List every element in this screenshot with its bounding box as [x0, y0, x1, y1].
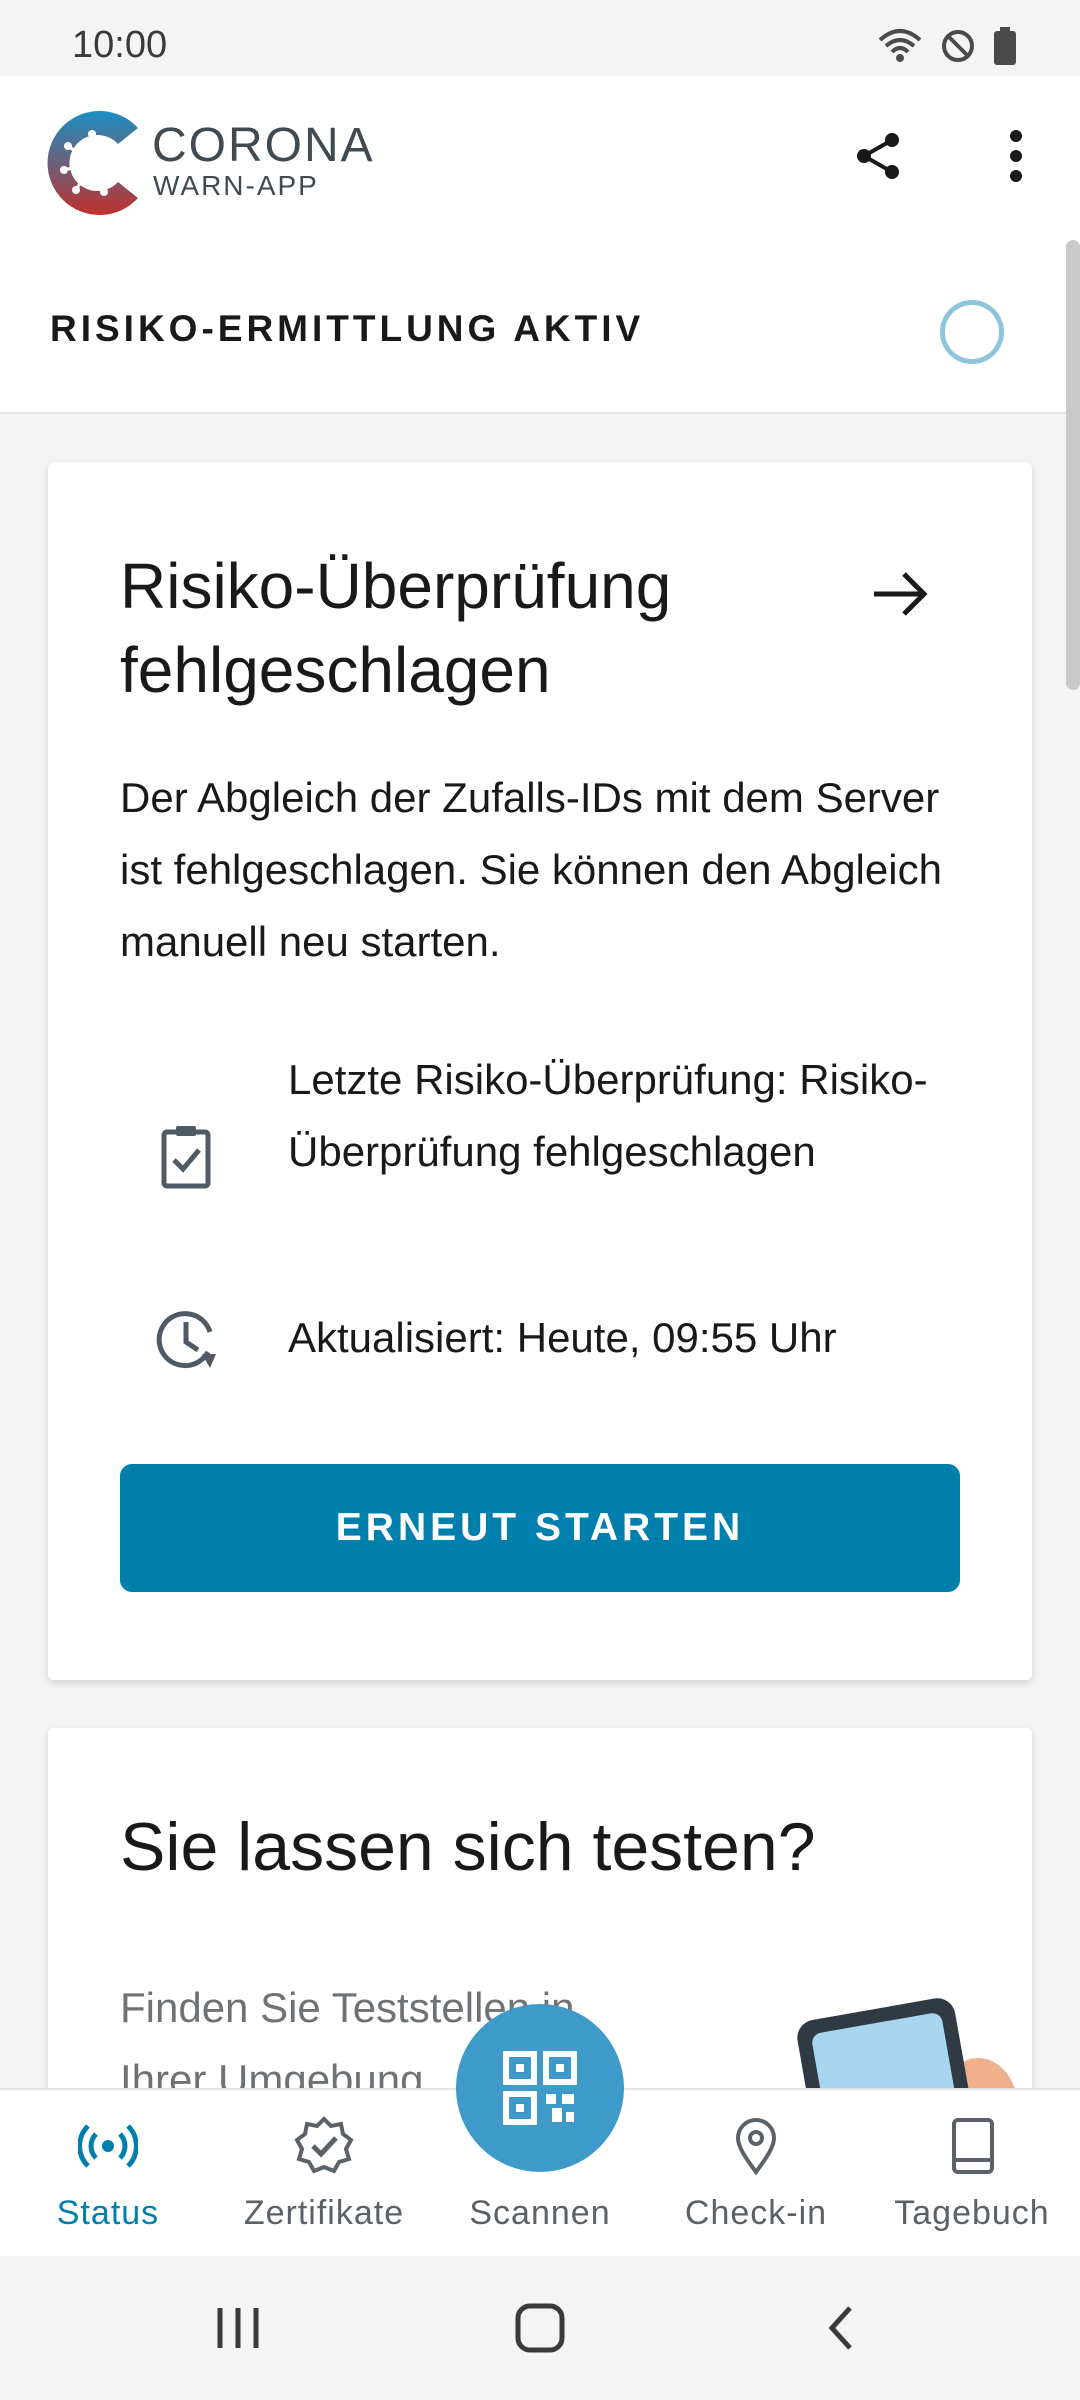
- status-bar: 10:00: [0, 0, 1080, 76]
- nav-label-status: Status: [56, 2194, 160, 2232]
- clock-refresh-icon: [156, 1311, 216, 1369]
- system-navigation-bar: [0, 2256, 1080, 2400]
- nav-item-diary[interactable]: Tagebuch: [864, 2090, 1080, 2258]
- nav-label-certificates: Zertifikate: [243, 2194, 405, 2232]
- updated-timestamp: Aktualisiert: Heute, 09:55 Uhr: [288, 1314, 837, 1361]
- battery-icon: [994, 27, 1016, 65]
- corona-logo-icon: [47, 111, 138, 215]
- nav-item-status[interactable]: Status: [0, 2090, 216, 2258]
- last-risk-check-text: Letzte Risiko-Überprüfung: Risiko-Überpr…: [288, 1056, 928, 1175]
- arrow-right-icon[interactable]: [868, 562, 932, 626]
- qr-code-icon: [503, 2051, 577, 2125]
- nav-item-checkin[interactable]: Check-in: [648, 2090, 864, 2258]
- certificate-icon: [294, 2116, 354, 2174]
- home-icon[interactable]: [508, 2296, 572, 2360]
- risk-determination-bar[interactable]: RISIKO-ERMITTLUNG AKTIV: [0, 236, 1080, 414]
- clipboard-check-icon: [161, 1126, 211, 1189]
- test-card-title: Sie lassen sich testen?: [120, 1809, 816, 1885]
- logo-title: CORONA: [152, 119, 375, 172]
- nav-label-diary: Tagebuch: [894, 2194, 1050, 2232]
- location-pin-icon: [735, 2118, 777, 2176]
- wifi-icon: [878, 29, 922, 62]
- radar-icon: [78, 2124, 138, 2168]
- nav-item-certificates[interactable]: Zertifikate: [216, 2090, 432, 2258]
- back-icon[interactable]: [810, 2296, 874, 2360]
- nav-label-scan: Scannen: [469, 2194, 611, 2232]
- risk-determination-label: RISIKO-ERMITTLUNG AKTIV: [50, 308, 645, 349]
- app-header: CORONA WARN-APP: [0, 76, 1080, 236]
- do-not-disturb-icon: [942, 30, 974, 62]
- restart-button[interactable]: ERNEUT STARTEN: [120, 1464, 960, 1592]
- nav-label-checkin: Check-in: [684, 2194, 828, 2232]
- risk-check-card[interactable]: Risiko-Überprüfung fehlgeschlagen Der Ab…: [48, 462, 1032, 1680]
- scan-qr-button[interactable]: [456, 2004, 624, 2172]
- risk-status-ring-icon: [940, 300, 1004, 364]
- status-icons: [878, 26, 1016, 66]
- risk-card-title: Risiko-Überprüfung fehlgeschlagen: [120, 550, 672, 706]
- share-icon[interactable]: [850, 128, 906, 184]
- more-vert-icon[interactable]: [988, 128, 1044, 184]
- logo-subtitle: WARN-APP: [153, 170, 319, 201]
- book-icon: [952, 2118, 994, 2174]
- scrollbar[interactable]: [1066, 240, 1080, 690]
- risk-card-description: Der Abgleich der Zufalls-IDs mit dem Ser…: [120, 774, 942, 965]
- status-time: 10:00: [72, 24, 168, 66]
- recent-apps-icon[interactable]: [206, 2296, 270, 2360]
